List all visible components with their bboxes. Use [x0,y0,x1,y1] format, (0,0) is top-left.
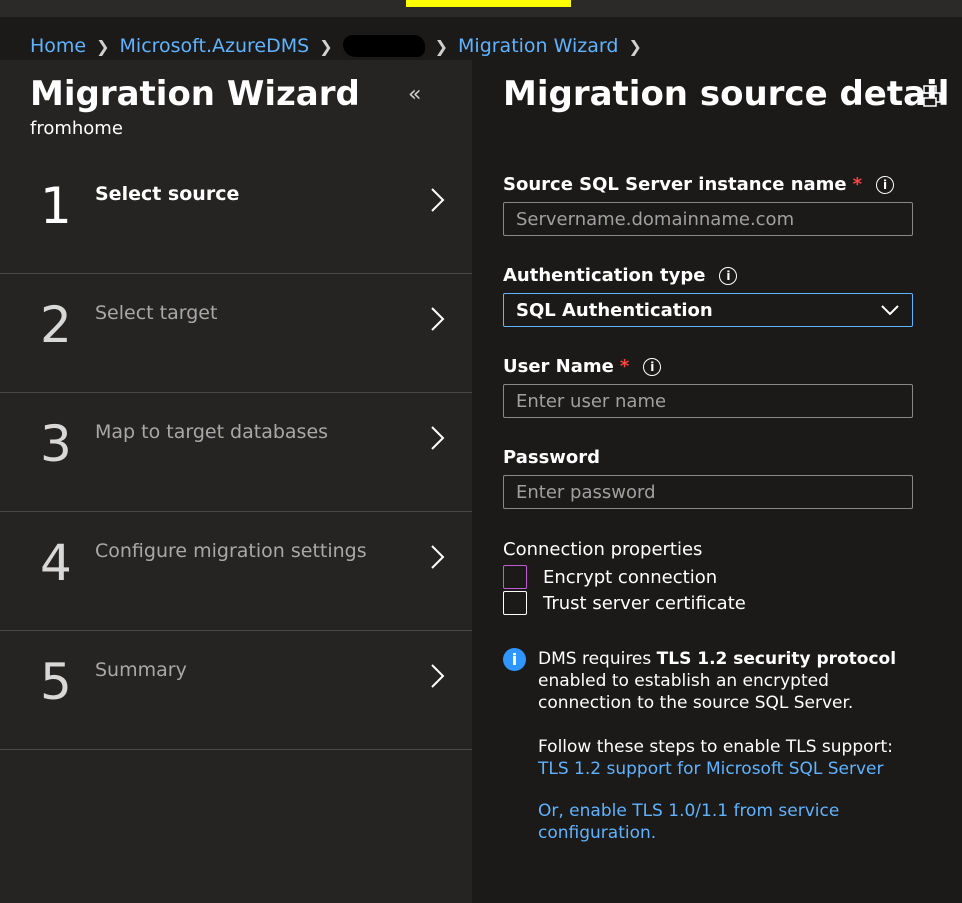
encrypt-connection-row[interactable]: Encrypt connection [503,565,717,589]
highlight-marker [406,0,571,7]
wizard-step-1[interactable]: 1 Select source [0,155,472,274]
trust-certificate-checkbox[interactable] [503,591,527,615]
printer-icon[interactable] [918,84,942,108]
chevron-down-icon [881,305,899,316]
wizard-step-3[interactable]: 3 Map to target databases [0,393,472,512]
chevron-right-icon [431,307,445,331]
chevron-right-icon [431,426,445,450]
wizard-title: Migration Wizard [30,74,360,114]
top-bar [0,0,962,17]
info-icon[interactable]: i [876,175,895,194]
user-name-label: User Name * i [503,356,662,377]
step-number: 3 [40,415,72,473]
wizard-step-4[interactable]: 4 Configure migration settings [0,512,472,631]
connection-properties-label-text: Connection properties [503,539,703,560]
connection-properties-label: Connection properties [503,539,702,560]
required-marker: * [619,356,630,377]
collapse-icon[interactable]: « [408,82,421,107]
chevron-right-icon [431,545,445,569]
user-name-label-text: User Name [503,356,614,377]
source-server-label: Source SQL Server instance name * i [503,174,895,195]
auth-type-value: SQL Authentication [516,299,713,321]
user-name-input[interactable]: Enter user name [503,384,913,418]
auth-type-label-text: Authentication type [503,265,706,286]
step-number: 1 [40,177,72,235]
wizard-subtitle: fromhome [30,118,123,139]
trust-certificate-row[interactable]: Trust server certificate [503,591,746,615]
wizard-step-5[interactable]: 5 Summary [0,631,472,750]
tls-config-link[interactable]: Or, enable TLS 1.0/1.1 from service conf… [538,801,839,843]
step-label: Select target [95,302,218,324]
wizard-step-2[interactable]: 2 Select target [0,274,472,393]
trust-certificate-label: Trust server certificate [543,592,746,614]
tls-notice-paragraph: DMS requires TLS 1.2 security protocol e… [538,648,923,714]
tls-notice-text: DMS requires TLS 1.2 security protocol e… [538,648,923,866]
tls-steps-paragraph: Follow these steps to enable TLS support… [538,736,923,780]
encrypt-connection-label: Encrypt connection [543,566,718,588]
info-icon: i [503,648,526,671]
step-label: Summary [95,659,187,681]
info-icon[interactable]: i [719,266,738,285]
auth-type-label: Authentication type i [503,265,738,286]
chevron-right-icon: ❯ [434,36,449,56]
notice-post: enabled to establish an encrypted connec… [538,671,854,713]
breadcrumb: Home ❯ Microsoft.AzureDMS ❯ ❯ Migration … [30,33,652,59]
info-icon[interactable]: i [643,357,662,376]
chevron-right-icon: ❯ [319,36,333,56]
notice-bold: TLS 1.2 security protocol [656,649,897,669]
required-marker: * [852,174,863,195]
tls-support-link[interactable]: TLS 1.2 support for Microsoft SQL Server [538,759,884,779]
breadcrumb-service[interactable]: Microsoft.AzureDMS [120,35,310,57]
password-label-text: Password [503,447,601,468]
password-label: Password [503,447,600,468]
step-number: 4 [40,534,72,592]
auth-type-select[interactable]: SQL Authentication [503,293,913,327]
chevron-right-icon: ❯ [96,36,110,56]
step-label: Select source [95,183,240,205]
step-number: 2 [40,296,72,354]
chevron-right-icon: ❯ [628,36,642,56]
source-server-input[interactable]: Servername.domainname.com [503,202,913,236]
step-label: Configure migration settings [95,540,367,562]
breadcrumb-current[interactable]: Migration Wizard [458,35,618,57]
password-input[interactable]: Enter password [503,475,913,509]
encrypt-connection-checkbox[interactable] [503,565,527,589]
step-label: Map to target databases [95,421,329,443]
breadcrumb-home[interactable]: Home [30,35,86,57]
redacted-breadcrumb [342,35,425,57]
source-server-label-text: Source SQL Server instance name [503,174,847,195]
step-number: 5 [40,653,72,711]
chevron-right-icon [431,188,445,212]
chevron-right-icon [431,664,445,688]
tls-config-paragraph: Or, enable TLS 1.0/1.1 from service conf… [538,800,923,844]
notice-steps: Follow these steps to enable TLS support… [538,737,893,757]
notice-pre: DMS requires [538,649,657,669]
page-title: Migration source detail [503,74,950,114]
